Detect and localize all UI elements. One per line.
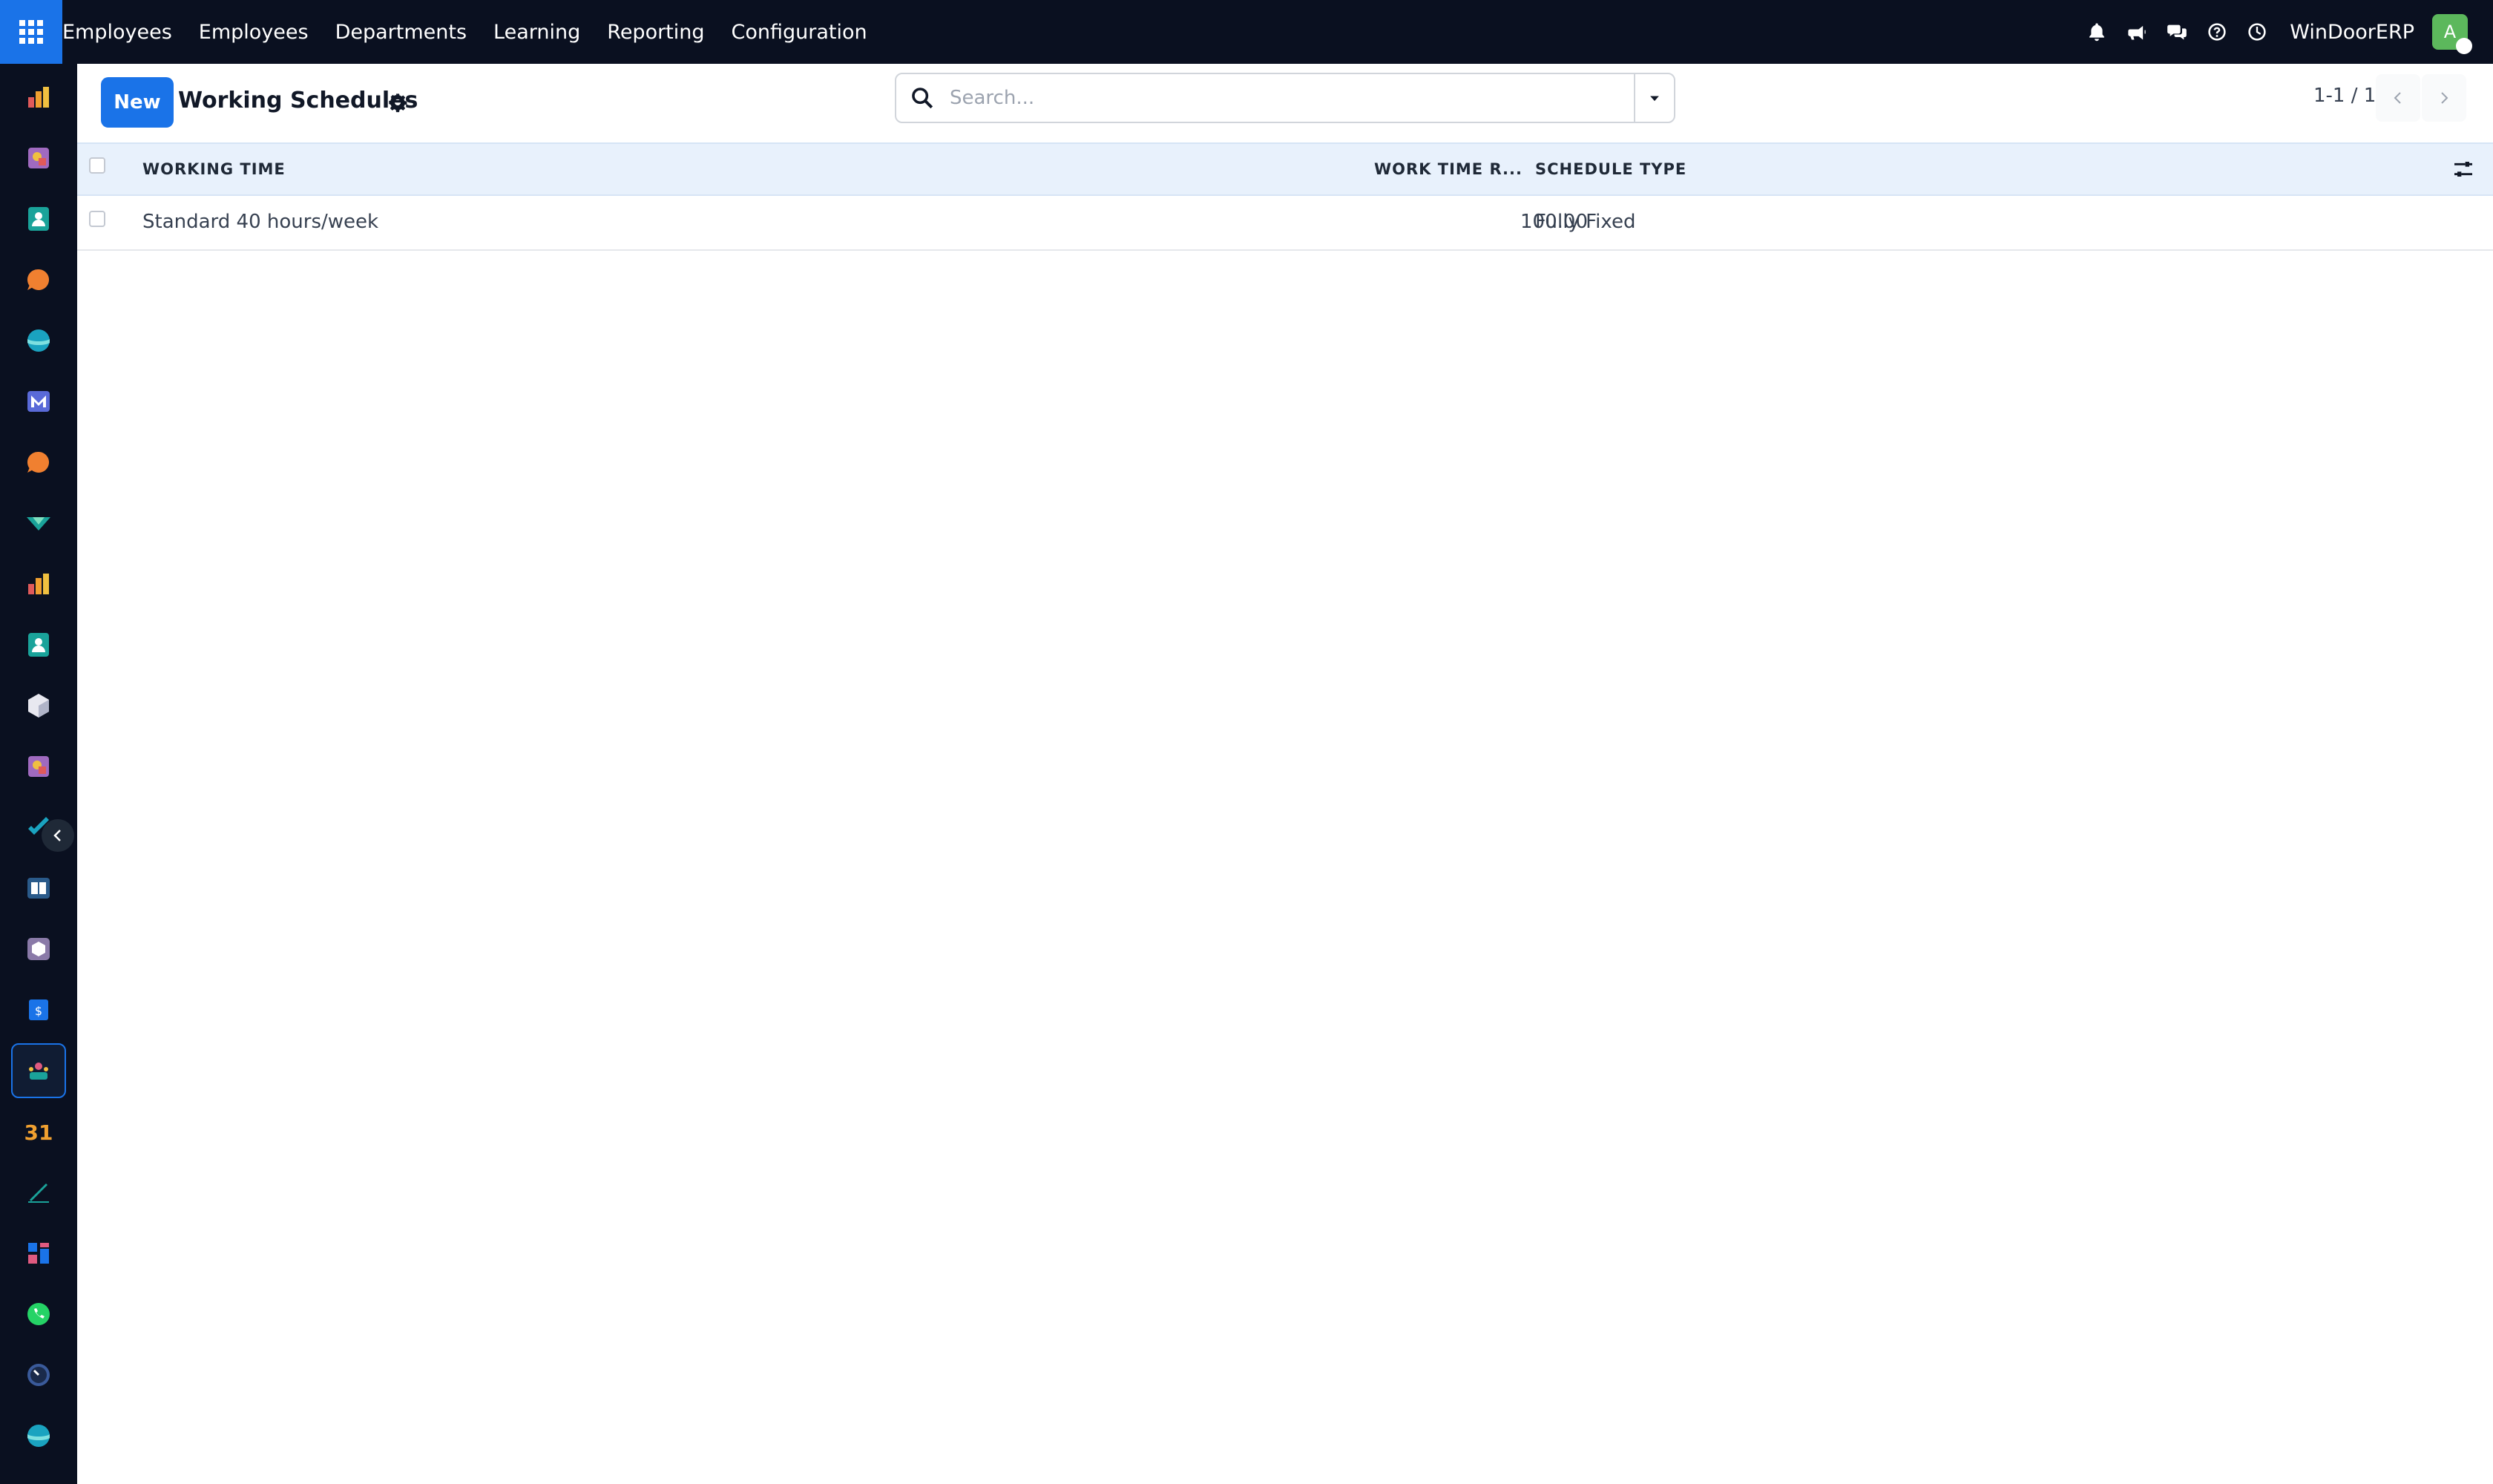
- svg-text:$: $: [35, 1004, 42, 1018]
- app-name-link[interactable]: Employees: [62, 21, 172, 44]
- pager-previous-button[interactable]: [2376, 74, 2420, 122]
- search-options-toggle[interactable]: [1634, 74, 1674, 122]
- top-navbar: Employees Employees Departments Learning…: [0, 0, 2493, 64]
- contacts-app-icon-2[interactable]: [11, 617, 66, 672]
- menu-item-learning[interactable]: Learning: [493, 21, 580, 44]
- optional-columns-icon[interactable]: [2451, 157, 2475, 181]
- sign-app-icon[interactable]: [11, 1165, 66, 1220]
- calendar-day-label: 31: [24, 1120, 53, 1145]
- app-sidebar: $ 31: [0, 64, 77, 1484]
- chevron-right-icon: [2441, 92, 2448, 104]
- search-icon: [912, 88, 933, 109]
- megaphone-icon[interactable]: [2125, 20, 2149, 44]
- bell-icon[interactable]: [2085, 20, 2109, 44]
- accounting-app-icon[interactable]: $: [11, 982, 66, 1037]
- grid-icon: [19, 20, 43, 44]
- menu-item-configuration[interactable]: Configuration: [732, 21, 867, 44]
- column-header-working-time[interactable]: WORKING TIME: [142, 160, 286, 178]
- chat-icon[interactable]: [2165, 20, 2189, 44]
- column-header-schedule-type[interactable]: SCHEDULE TYPE: [1535, 160, 1686, 178]
- search-bar: [895, 73, 1675, 123]
- contacts-app-icon[interactable]: [11, 191, 66, 246]
- chevron-left-icon: [53, 830, 61, 841]
- dashboards-app-icon[interactable]: [11, 1226, 66, 1281]
- company-switcher[interactable]: WinDoorERP: [2290, 21, 2414, 44]
- clock-icon[interactable]: [2245, 20, 2269, 44]
- employees-app-icon[interactable]: [11, 1043, 66, 1098]
- discuss-app-icon[interactable]: [11, 252, 66, 307]
- menu-item-departments[interactable]: Departments: [335, 21, 467, 44]
- gear-icon[interactable]: [387, 92, 408, 113]
- menu-item-employees[interactable]: Employees: [199, 21, 309, 44]
- table-header: WORKING TIME WORK TIME R... SCHEDULE TYP…: [77, 142, 2493, 196]
- control-panel: New Working Schedules 1-1 / 1: [77, 64, 2493, 142]
- app-switcher-button[interactable]: [0, 0, 62, 64]
- table-row[interactable]: Standard 40 hours/week 100.00 Fully Fixe…: [77, 196, 2493, 251]
- sales-app-icon-2[interactable]: [11, 739, 66, 794]
- select-all-checkbox[interactable]: [89, 157, 105, 174]
- website-app-icon-2[interactable]: [11, 1408, 66, 1463]
- knowledge-app-icon[interactable]: [11, 861, 66, 916]
- sidebar-collapse-button[interactable]: [42, 819, 74, 852]
- list-view: WORKING TIME WORK TIME R... SCHEDULE TYP…: [77, 142, 2493, 251]
- email-marketing-app-icon[interactable]: [11, 374, 66, 429]
- website-app-icon[interactable]: [11, 313, 66, 368]
- livechat-app-icon[interactable]: [11, 435, 66, 490]
- cell-working-time[interactable]: Standard 40 hours/week: [142, 211, 378, 233]
- dashboard-app-icon-2[interactable]: [11, 556, 66, 611]
- calendar-app-icon[interactable]: 31: [11, 1104, 66, 1159]
- timesheet-app-icon[interactable]: [11, 1347, 66, 1402]
- status-dot: [2456, 38, 2472, 54]
- sales-app-icon[interactable]: [11, 131, 66, 186]
- dashboard-app-icon[interactable]: [11, 70, 66, 125]
- cell-schedule-type[interactable]: Fully Fixed: [1535, 211, 1635, 233]
- caret-down-icon: [1650, 96, 1659, 102]
- search-input[interactable]: [948, 76, 1582, 119]
- page-title: Working Schedules: [178, 88, 418, 114]
- avatar[interactable]: A: [2432, 14, 2472, 54]
- main-menu: Employees Employees Departments Learning…: [62, 0, 894, 64]
- whatsapp-app-icon[interactable]: [11, 1287, 66, 1342]
- purchase-app-icon[interactable]: [11, 922, 66, 976]
- menu-item-reporting[interactable]: Reporting: [607, 21, 704, 44]
- pager-value[interactable]: 1-1 / 1: [2313, 85, 2376, 107]
- new-button[interactable]: New: [101, 77, 174, 128]
- pager-next-button[interactable]: [2422, 74, 2466, 122]
- systray: WinDoorERP A: [2069, 0, 2472, 64]
- inventory-app-icon[interactable]: [11, 678, 66, 733]
- column-header-work-time-rate[interactable]: WORK TIME R...: [1374, 160, 1523, 178]
- avatar-letter: A: [2443, 22, 2457, 42]
- chevron-left-icon: [2394, 92, 2401, 104]
- crm-app-icon[interactable]: [11, 496, 66, 551]
- help-icon[interactable]: [2205, 20, 2229, 44]
- row-checkbox[interactable]: [89, 211, 105, 227]
